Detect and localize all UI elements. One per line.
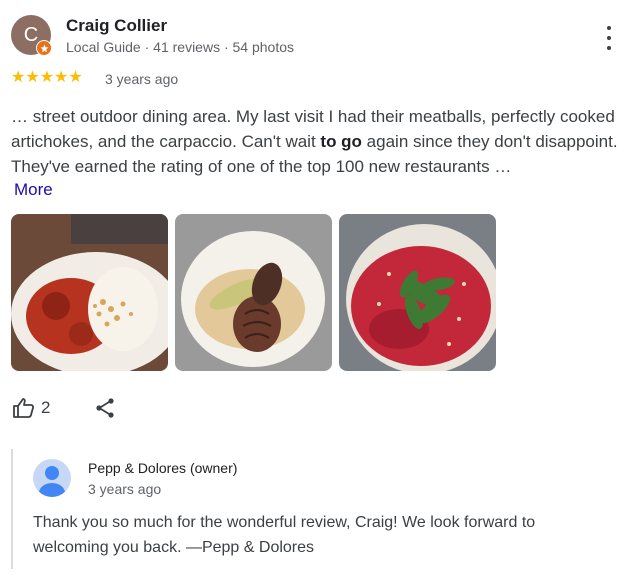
owner-avatar	[33, 459, 71, 497]
reviewer-name[interactable]: Craig Collier	[66, 16, 167, 36]
local-guide-badge-icon	[36, 40, 52, 56]
review-text: … street outdoor dining area. My last vi…	[11, 104, 626, 179]
like-count: 2	[41, 398, 51, 417]
star-icon: ★★★★★	[11, 69, 83, 86]
avatar-initial: C	[23, 24, 39, 46]
review-text-bold: to go	[320, 132, 362, 151]
carpaccio-photo[interactable]	[339, 214, 496, 371]
meatballs-photo[interactable]	[11, 214, 168, 371]
more-link[interactable]: More	[14, 180, 53, 200]
share-button[interactable]	[93, 396, 117, 425]
review-age: 3 years ago	[105, 71, 179, 87]
artichoke-photo[interactable]	[175, 214, 332, 371]
owner-name: Pepp & Dolores (owner)	[88, 460, 238, 476]
owner-reply-text: Thank you so much for the wonderful revi…	[33, 514, 536, 556]
more-options-icon[interactable]	[604, 26, 614, 50]
reviewer-meta: Local Guide · 41 reviews · 54 photos	[66, 39, 295, 55]
like-button[interactable]: 2	[12, 396, 50, 420]
person-icon	[39, 466, 65, 497]
owner-reply-age: 3 years ago	[88, 481, 162, 497]
share-icon	[96, 398, 114, 418]
reply-divider	[11, 449, 13, 569]
thumbs-up-icon	[13, 398, 34, 418]
star-rating: ★★★★★	[11, 69, 83, 87]
